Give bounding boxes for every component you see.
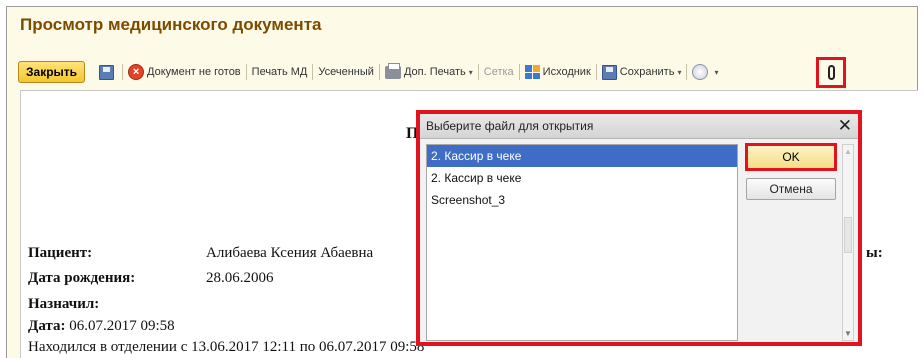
chevron-down-icon: ▾ xyxy=(714,67,719,77)
attachment-button[interactable] xyxy=(816,57,846,88)
source-label: Исходник xyxy=(542,66,591,78)
floppy-disk-icon xyxy=(601,64,617,80)
toolbar-divider xyxy=(90,64,94,80)
scrollbar-thumb[interactable] xyxy=(844,217,852,253)
extra-print-label: Доп. Печать xyxy=(403,66,466,78)
date-label: Дата: xyxy=(28,318,66,334)
date-value: 06.07.2017 09:58 xyxy=(69,318,175,334)
source-button[interactable]: Исходник xyxy=(524,61,591,83)
patient-value: Алибаева Ксения Абаевна xyxy=(206,245,374,261)
toolbar: Закрыть × Документ не готов Печать МД Ус… xyxy=(18,60,718,84)
right-column-label: ы: xyxy=(866,245,883,261)
save-label: Сохранить xyxy=(619,66,675,78)
extra-print-dropdown[interactable]: Доп. Печать ▾ xyxy=(384,61,473,83)
document-not-ready-label: Документ не готов xyxy=(147,66,241,78)
floppy-disk-icon xyxy=(99,64,115,80)
date-row: Дата: 06.07.2017 09:58 xyxy=(28,318,175,335)
grid-button[interactable]: Сетка xyxy=(484,61,514,83)
toolbar-divider xyxy=(518,64,520,80)
toolbar-divider xyxy=(378,64,380,80)
file-list-item[interactable]: Screenshot_3 xyxy=(427,189,737,211)
toolbar-divider xyxy=(245,64,247,80)
document-not-ready-button[interactable]: × Документ не готов xyxy=(128,61,241,83)
file-list-item[interactable]: 2. Кассир в чеке xyxy=(427,167,737,189)
toolbar-divider xyxy=(595,64,597,80)
file-list-item[interactable]: 2. Кассир в чеке xyxy=(427,145,737,167)
toolbar-divider xyxy=(477,64,479,80)
error-circle-icon: × xyxy=(128,64,145,80)
dialog-scrollbar[interactable]: ▲ ▼ xyxy=(842,144,854,341)
scroll-down-icon[interactable]: ▼ xyxy=(844,329,852,338)
dialog-title: Выберите файл для открытия xyxy=(426,119,594,133)
birth-date-label: Дата рождения: xyxy=(28,270,136,286)
close-button[interactable]: Закрыть xyxy=(18,61,86,83)
save-document-button[interactable] xyxy=(99,61,117,83)
dialog-header: Выберите файл для открытия ✕ xyxy=(420,114,858,139)
birth-date-value: 28.06.2006 xyxy=(206,270,274,286)
print-md-button[interactable]: Печать МД xyxy=(252,61,308,83)
printer-icon xyxy=(384,62,401,79)
more-actions-dropdown[interactable]: ▾ xyxy=(692,61,718,83)
more-actions-icon xyxy=(692,64,709,80)
close-icon[interactable]: ✕ xyxy=(838,116,852,136)
stay-period-text: Находился в отделении с 13.06.2017 12:11… xyxy=(28,339,425,355)
cancel-button[interactable]: Отмена xyxy=(746,178,836,200)
toolbar-divider xyxy=(686,64,688,80)
file-list[interactable]: 2. Кассир в чеке 2. Кассир в чеке Screen… xyxy=(426,144,738,341)
save-dropdown[interactable]: Сохранить ▾ xyxy=(601,61,682,83)
source-blocks-icon xyxy=(524,65,540,79)
file-chooser-dialog: Выберите файл для открытия ✕ 2. Кассир в… xyxy=(416,110,862,346)
chevron-down-icon: ▾ xyxy=(468,67,473,77)
chevron-down-icon: ▾ xyxy=(677,67,682,77)
toolbar-divider xyxy=(122,64,124,80)
paperclip-icon xyxy=(827,65,835,80)
assigned-label: Назначил: xyxy=(28,296,100,312)
window-title: Просмотр медицинского документа xyxy=(20,15,322,34)
toolbar-divider xyxy=(312,64,314,80)
ok-button[interactable]: OK xyxy=(745,143,837,171)
patient-label: Пациент: xyxy=(28,245,93,261)
scroll-up-icon[interactable]: ▲ xyxy=(844,147,852,156)
truncated-button[interactable]: Усеченный xyxy=(318,61,374,83)
